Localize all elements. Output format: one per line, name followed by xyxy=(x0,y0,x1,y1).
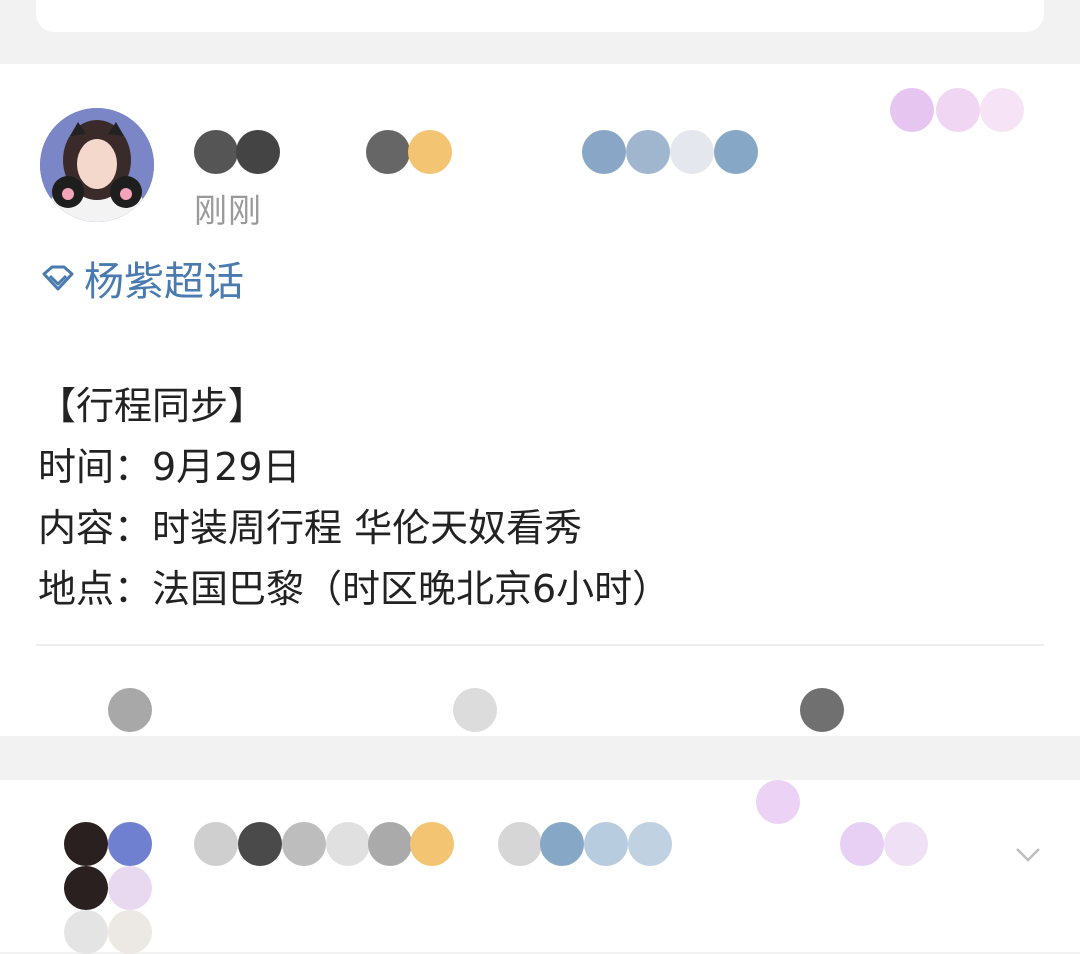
feed-separator xyxy=(0,736,1080,780)
weibo-post-card[interactable]: 刚刚 杨紫超话 【行程同步】 时间：9月29日 内容：时装周行程 华伦天奴看秀 … xyxy=(0,64,1080,736)
avatar[interactable] xyxy=(40,108,154,222)
previous-post-card xyxy=(36,0,1044,32)
username-obscured[interactable] xyxy=(190,88,1040,174)
next-post-card[interactable] xyxy=(0,780,1080,954)
username-obscured[interactable] xyxy=(194,822,238,866)
post-content: 【行程同步】 时间：9月29日 内容：时装周行程 华伦天奴看秀 地点：法国巴黎（… xyxy=(38,376,670,620)
content-line: 内容：时装周行程 华伦天奴看秀 xyxy=(38,506,583,550)
action-bar xyxy=(0,668,1080,738)
topic-label: 杨紫超话 xyxy=(84,259,244,305)
divider xyxy=(36,644,1044,646)
content-line: 地点：法国巴黎（时区晚北京6小时） xyxy=(38,567,671,611)
avatar[interactable] xyxy=(64,822,108,866)
like-icon[interactable] xyxy=(800,688,844,732)
comment-icon[interactable] xyxy=(453,688,497,732)
post-timestamp: 刚刚 xyxy=(194,191,262,230)
topic-link[interactable]: 杨紫超话 xyxy=(38,254,244,305)
content-line: 时间：9月29日 xyxy=(38,445,301,489)
diamond-icon xyxy=(42,265,74,291)
chevron-down-icon[interactable] xyxy=(1014,840,1042,868)
repost-icon[interactable] xyxy=(108,688,152,732)
content-line: 【行程同步】 xyxy=(38,384,267,428)
